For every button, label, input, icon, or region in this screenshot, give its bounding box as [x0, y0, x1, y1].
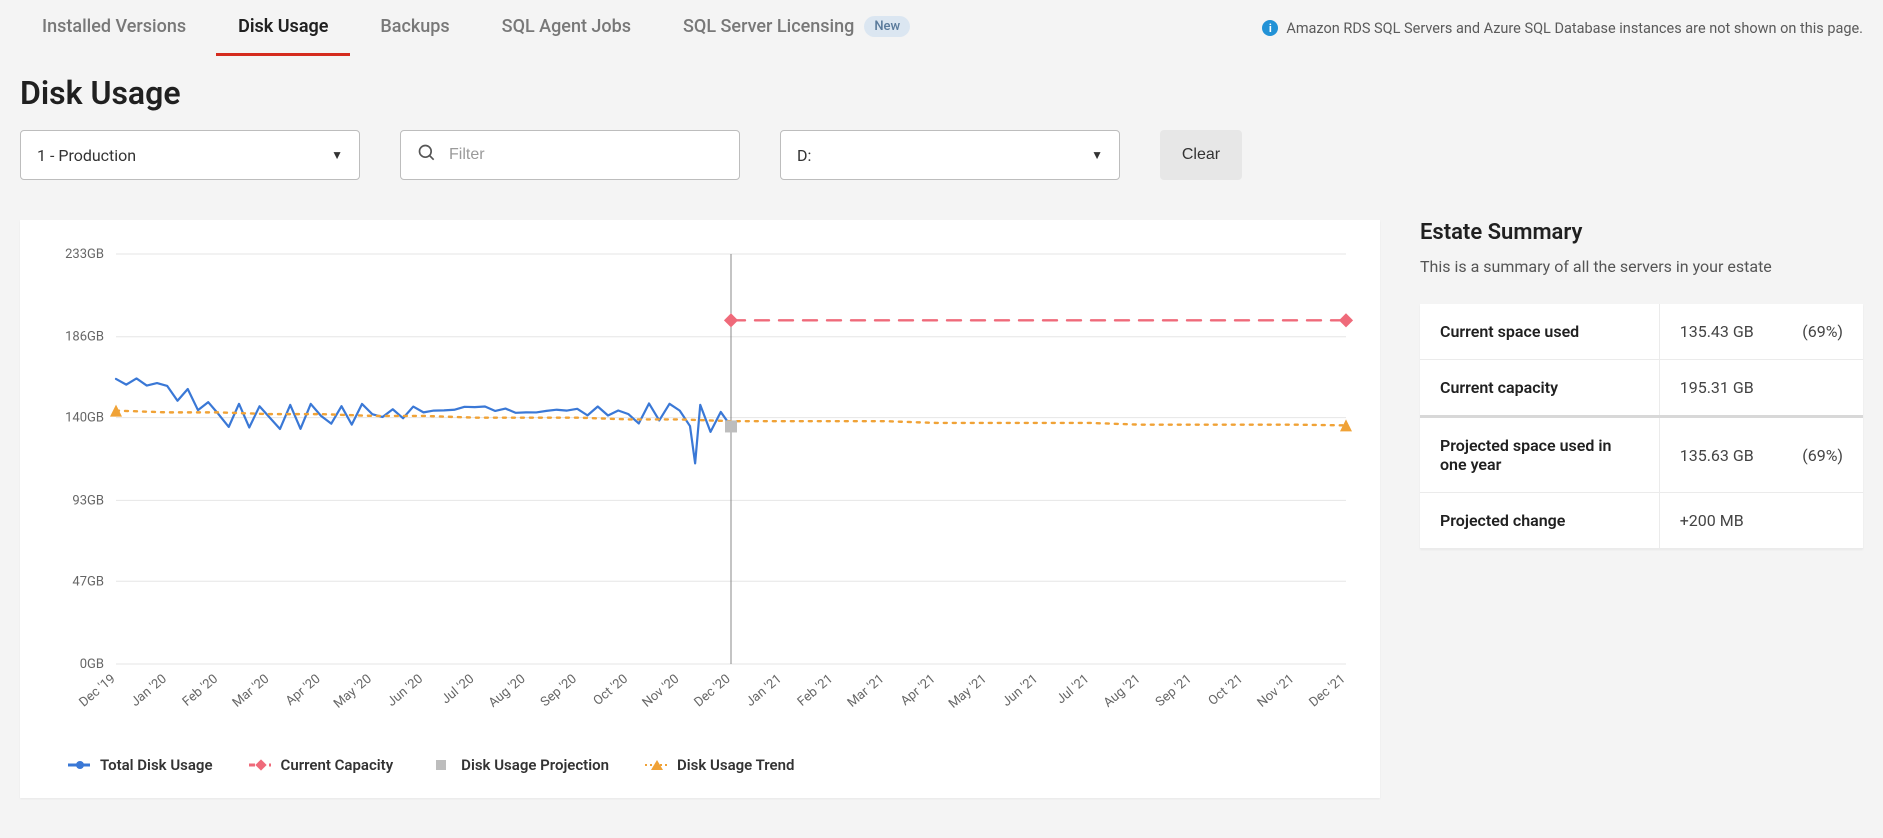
- search-icon: [417, 143, 437, 167]
- svg-text:Dec '20: Dec '20: [691, 672, 733, 711]
- clear-button[interactable]: Clear: [1160, 130, 1242, 180]
- svg-text:Feb '20: Feb '20: [180, 672, 221, 710]
- drive-select-value: D:: [797, 146, 811, 165]
- environment-select[interactable]: 1 - Production ▼: [20, 130, 360, 180]
- disk-usage-chart[interactable]: 0GB 47GB 93GB 140GB 186GB 233GB Dec '19 Jan '20…: [44, 244, 1356, 734]
- legend-total-disk-usage: Total Disk Usage: [68, 756, 213, 774]
- svg-text:Jun '20: Jun '20: [385, 672, 427, 710]
- percent: (69%): [1782, 304, 1863, 360]
- svg-text:Aug '20: Aug '20: [486, 672, 529, 711]
- filter-input-wrap[interactable]: [400, 130, 740, 180]
- row-current-capacity: Current capacity 195.31 GB: [1420, 360, 1863, 417]
- percent: (69%): [1782, 417, 1863, 493]
- tab-installed-versions[interactable]: Installed Versions: [20, 0, 208, 56]
- svg-text:Jul '20: Jul '20: [439, 672, 477, 708]
- svg-text:140GB: 140GB: [65, 411, 104, 426]
- value: +200 MB: [1659, 493, 1863, 549]
- estate-summary-table: Current space used 135.43 GB (69%) Curre…: [1420, 304, 1863, 549]
- legend-disk-usage-projection: Disk Usage Projection: [429, 756, 609, 774]
- tab-sql-server-licensing[interactable]: SQL Server Licensing New: [661, 0, 932, 56]
- info-banner: i Amazon RDS SQL Servers and Azure SQL D…: [1262, 20, 1863, 37]
- svg-text:Feb '21: Feb '21: [795, 672, 836, 710]
- label: Current capacity: [1420, 360, 1659, 417]
- chevron-down-icon: ▼: [1091, 148, 1103, 162]
- disk-usage-chart-card: 0GB 47GB 93GB 140GB 186GB 233GB Dec '19 Jan '20…: [20, 220, 1380, 798]
- drive-select[interactable]: D: ▼: [780, 130, 1120, 180]
- chart-legend: Total Disk Usage Current Capacity Disk U…: [44, 756, 1356, 774]
- value: 135.63 GB: [1659, 417, 1782, 493]
- legend-disk-usage-trend: Disk Usage Trend: [645, 756, 794, 774]
- svg-text:Dec '21: Dec '21: [1306, 672, 1348, 711]
- svg-text:May '20: May '20: [331, 672, 375, 712]
- svg-text:Jan '21: Jan '21: [743, 672, 784, 710]
- svg-text:Dec '19: Dec '19: [76, 672, 118, 711]
- page-title: Disk Usage: [20, 74, 1863, 112]
- tab-backups[interactable]: Backups: [358, 0, 471, 56]
- label: Current space used: [1420, 304, 1659, 360]
- svg-text:0GB: 0GB: [80, 657, 104, 672]
- svg-text:47GB: 47GB: [72, 574, 104, 589]
- chevron-down-icon: ▼: [331, 148, 343, 162]
- svg-text:Jun '21: Jun '21: [1000, 672, 1042, 710]
- label: Projected space used in one year: [1420, 417, 1659, 493]
- row-projected-space-used: Projected space used in one year 135.63 …: [1420, 417, 1863, 493]
- row-projected-change: Projected change +200 MB: [1420, 493, 1863, 549]
- row-current-space-used: Current space used 135.43 GB (69%): [1420, 304, 1863, 360]
- svg-text:Nov '20: Nov '20: [640, 672, 683, 711]
- environment-select-value: 1 - Production: [37, 146, 136, 165]
- legend-swatch-line-icon: [68, 759, 90, 771]
- svg-text:May '21: May '21: [946, 672, 990, 712]
- svg-text:Mar '21: Mar '21: [845, 672, 888, 711]
- tab-sql-agent-jobs[interactable]: SQL Agent Jobs: [480, 0, 653, 56]
- info-icon: i: [1262, 20, 1278, 36]
- svg-text:Oct '21: Oct '21: [1206, 672, 1246, 709]
- svg-text:Mar '20: Mar '20: [230, 672, 273, 711]
- legend-current-capacity: Current Capacity: [249, 756, 394, 774]
- svg-text:93GB: 93GB: [72, 493, 104, 508]
- filter-input[interactable]: [449, 146, 723, 164]
- svg-text:Sep '20: Sep '20: [538, 672, 580, 711]
- svg-text:Jan '20: Jan '20: [128, 672, 169, 710]
- tab-bar: Installed Versions Disk Usage Backups SQ…: [20, 0, 1863, 56]
- svg-text:Nov '21: Nov '21: [1255, 672, 1298, 711]
- estate-summary-title: Estate Summary: [1420, 220, 1863, 245]
- svg-text:Jul '21: Jul '21: [1054, 672, 1092, 708]
- svg-text:233GB: 233GB: [65, 247, 104, 262]
- legend-swatch-triangle-icon: [645, 759, 667, 771]
- legend-swatch-dashed-icon: [249, 759, 271, 771]
- legend-swatch-square-icon: [429, 759, 451, 771]
- value: 195.31 GB: [1659, 360, 1863, 417]
- estate-summary-subtitle: This is a summary of all the servers in …: [1420, 257, 1863, 276]
- svg-text:Apr '20: Apr '20: [283, 672, 324, 709]
- svg-text:Oct '20: Oct '20: [591, 672, 631, 709]
- svg-text:186GB: 186GB: [65, 330, 104, 345]
- svg-text:Sep '21: Sep '21: [1153, 672, 1195, 711]
- svg-text:Aug '21: Aug '21: [1101, 672, 1144, 711]
- estate-summary: Estate Summary This is a summary of all …: [1420, 220, 1863, 798]
- svg-text:Apr '21: Apr '21: [898, 672, 939, 709]
- new-badge: New: [864, 16, 910, 37]
- value: 135.43 GB: [1659, 304, 1782, 360]
- info-text: Amazon RDS SQL Servers and Azure SQL Dat…: [1286, 20, 1863, 37]
- tab-disk-usage[interactable]: Disk Usage: [216, 0, 350, 56]
- label: Projected change: [1420, 493, 1659, 549]
- filter-bar: 1 - Production ▼ D: ▼ Clear: [20, 130, 1863, 180]
